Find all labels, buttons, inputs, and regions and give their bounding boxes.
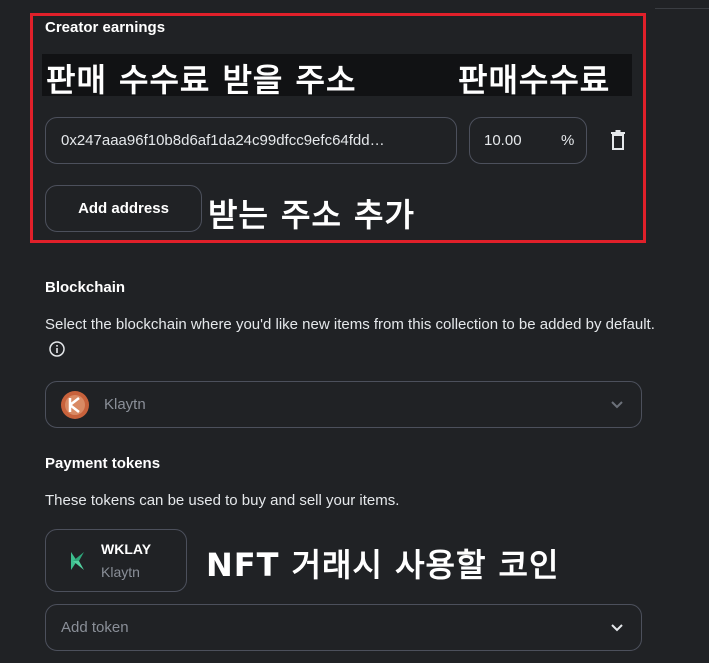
chevron-down-icon bbox=[611, 624, 623, 632]
add-token-select[interactable]: Add token bbox=[45, 604, 642, 651]
payment-tokens-title: Payment tokens bbox=[45, 455, 161, 472]
annotation-fee: 판매수수료 bbox=[458, 61, 611, 99]
blockchain-description-text: Select the blockchain where you'd like n… bbox=[45, 316, 655, 333]
earnings-percent-input[interactable]: 10.00 % bbox=[469, 117, 587, 164]
percent-symbol: % bbox=[561, 132, 575, 149]
payment-tokens-description: These tokens can be used to buy and sell… bbox=[45, 492, 400, 509]
blockchain-title: Blockchain bbox=[45, 279, 126, 296]
top-divider bbox=[655, 8, 709, 9]
creator-earnings-title: Creator earnings bbox=[45, 19, 166, 36]
chevron-down-icon bbox=[611, 401, 623, 409]
blockchain-description: Select the blockchain where you'd like n… bbox=[45, 312, 655, 362]
klaytn-logo-icon bbox=[71, 552, 84, 570]
info-icon[interactable] bbox=[49, 341, 65, 357]
token-card-wklay[interactable]: WKLAY Klaytn bbox=[45, 529, 187, 592]
annotation-address: 판매 수수료 받을 주소 bbox=[46, 61, 357, 99]
add-token-placeholder: Add token bbox=[61, 619, 129, 636]
earnings-percent-value: 10.00 bbox=[484, 132, 522, 149]
blockchain-selected-value: Klaytn bbox=[104, 396, 146, 413]
klaytn-logo-icon bbox=[61, 391, 89, 419]
trash-icon[interactable] bbox=[609, 130, 627, 150]
annotation-token: NFT 거래시 사용할 코인 bbox=[206, 546, 560, 584]
token-symbol: WKLAY bbox=[101, 541, 152, 557]
annotation-add-address: 받는 주소 추가 bbox=[208, 196, 415, 234]
earnings-address-input[interactable]: 0x247aaa96f10b8d6af1da24c99dfcc9efc64fdd… bbox=[45, 117, 457, 164]
earnings-address-value: 0x247aaa96f10b8d6af1da24c99dfcc9efc64fdd… bbox=[61, 132, 385, 149]
collection-settings-page: Creator earnings 판매 수수료 받을 주소 판매수수료 0x24… bbox=[0, 0, 709, 663]
token-network: Klaytn bbox=[101, 564, 140, 580]
blockchain-select[interactable]: Klaytn bbox=[45, 381, 642, 428]
add-address-button[interactable]: Add address bbox=[45, 185, 202, 232]
